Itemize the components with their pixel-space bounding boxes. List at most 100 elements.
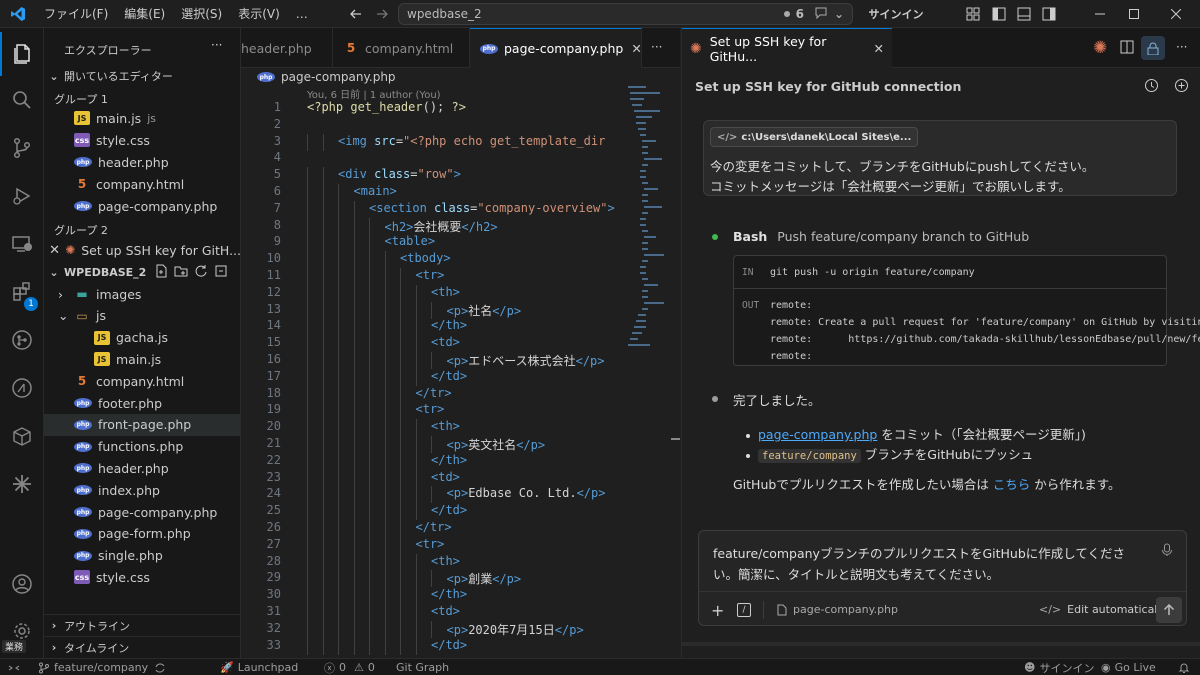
notifications-bell-icon[interactable]	[1178, 659, 1190, 675]
slash-command-icon[interactable]: /	[737, 603, 751, 617]
open-editor-item[interactable]: css style.css	[44, 129, 240, 151]
microphone-icon[interactable]	[1161, 543, 1173, 560]
tab-company-html[interactable]: 5 company.html	[333, 28, 470, 68]
layout-custom-icon[interactable]	[962, 0, 984, 28]
tree-file[interactable]: 5 company.html	[44, 370, 240, 392]
command-center-badge[interactable]: 6 ⌄	[783, 7, 844, 22]
forward-arrow-icon[interactable]	[371, 0, 393, 28]
new-chat-icon[interactable]	[1174, 78, 1189, 96]
code-line[interactable]: 22 </th>	[241, 452, 641, 470]
code-line[interactable]: 11 <tr>	[241, 268, 641, 285]
code-line[interactable]: 14 </th>	[241, 318, 641, 336]
explorer-icon[interactable]	[0, 32, 44, 76]
toggle-panel-icon[interactable]	[1013, 0, 1035, 28]
edit-mode-toggle[interactable]: </> Edit automatically	[1039, 603, 1167, 616]
menu-view[interactable]: 表示(V)	[230, 0, 288, 28]
collapse-all-icon[interactable]	[214, 264, 228, 281]
chat-input-text[interactable]: い。簡潔に、タイトルと説明文も考えてください。	[713, 564, 999, 583]
timeline-header[interactable]: › タイムライン	[44, 636, 240, 658]
package-icon[interactable]	[0, 414, 44, 458]
tree-folder[interactable]: › ▬ images	[44, 283, 240, 305]
code-line[interactable]: 9 <table>	[241, 234, 641, 252]
tree-file[interactable]: JS main.js	[44, 348, 240, 370]
code-line[interactable]: 19 <tr>	[241, 402, 641, 420]
settings-gear-icon[interactable]: 業務	[0, 610, 44, 654]
code-line[interactable]: 8 <h2>会社概要</h2>	[241, 217, 641, 235]
code-editor[interactable]: php page-company.php You, 6 日前 | 1 autho…	[241, 68, 680, 658]
git-graph-icon[interactable]	[0, 366, 44, 410]
new-folder-icon[interactable]	[174, 264, 188, 281]
code-line[interactable]: 10 <tbody>	[241, 251, 641, 269]
breadcrumb[interactable]: php page-company.php	[257, 68, 396, 86]
launchpad-button[interactable]: 🚀 Launchpad	[220, 659, 298, 675]
open-editor-item[interactable]: php page-company.php	[44, 195, 240, 217]
open-editor-chat[interactable]: ✕ ✺ Set up SSH key for GitH...	[44, 239, 240, 261]
code-line[interactable]: 31 <td>	[241, 604, 641, 621]
open-editor-item[interactable]: 5 company.html	[44, 173, 240, 195]
editor-scrollbar[interactable]	[671, 438, 680, 440]
pr-link[interactable]: こちら	[993, 477, 1031, 492]
code-line[interactable]: 16 <p>エドベース株式会社</p>	[241, 352, 641, 369]
code-line[interactable]: 26 </tr>	[241, 520, 641, 537]
tab-page-company-php[interactable]: php page-company.php ✕	[470, 28, 642, 68]
account-signin[interactable]: ☻ サインイン	[1024, 659, 1094, 675]
back-arrow-icon[interactable]	[345, 0, 367, 28]
tab-header-php[interactable]: header.php	[233, 28, 333, 68]
close-window-icon[interactable]	[1156, 0, 1196, 28]
file-context-chip[interactable]: page-company.php	[777, 603, 898, 616]
code-line[interactable]: 18 </tr>	[241, 385, 641, 403]
chat-input-text[interactable]: feature/companyブランチのプルリクエストをGitHubに作成してく…	[713, 543, 1125, 562]
open-editors-header[interactable]: ⌄ 開いているエディター	[44, 65, 240, 87]
code-line[interactable]: 3 <img src="<?php echo get_template_dir	[241, 133, 641, 151]
code-line[interactable]: 4	[241, 150, 641, 167]
problems-indicator[interactable]: ⓧ 0 ⚠ 0	[324, 659, 375, 675]
search-icon[interactable]	[0, 78, 44, 122]
close-tab-icon[interactable]: ✕	[874, 41, 884, 56]
extensions-icon[interactable]: 1	[0, 270, 44, 314]
split-editor-icon[interactable]	[1120, 40, 1134, 57]
lock-icon[interactable]	[1141, 36, 1165, 60]
menu-selection[interactable]: 選択(S)	[173, 0, 230, 28]
code-line[interactable]: 17 </td>	[241, 368, 641, 386]
code-line[interactable]: 15 <td>	[241, 335, 641, 353]
command-center-search[interactable]: wpedbase_2 6 ⌄	[398, 3, 853, 25]
code-line[interactable]: 27 <tr>	[241, 536, 641, 554]
maximize-icon[interactable]	[1114, 0, 1154, 28]
tree-file[interactable]: php functions.php	[44, 436, 240, 458]
code-line[interactable]: 5 <div class="row">	[241, 167, 641, 185]
close-icon[interactable]: ✕	[44, 243, 65, 258]
tree-file[interactable]: php index.php	[44, 479, 240, 501]
new-file-icon[interactable]	[154, 264, 168, 281]
add-context-icon[interactable]: +	[711, 601, 724, 620]
more-actions-icon[interactable]: ···	[651, 40, 662, 54]
context-path-chip[interactable]: </> c:\Users\danek\Local Sites\e...	[710, 127, 919, 147]
tree-file[interactable]: php front-page.php	[44, 413, 240, 436]
code-line[interactable]: 23 <td>	[241, 469, 641, 487]
sync-icon[interactable]	[154, 659, 166, 675]
remote-indicator-icon[interactable]	[8, 659, 20, 675]
project-header[interactable]: ⌄ WPEDBASE_2	[44, 261, 240, 283]
claude-icon[interactable]	[0, 462, 44, 506]
open-editor-item[interactable]: JS main.js js	[44, 107, 240, 129]
minimap[interactable]	[626, 84, 666, 354]
menu-more[interactable]: …	[288, 0, 316, 28]
code-line[interactable]: 6 <main>	[241, 184, 641, 201]
code-line[interactable]: 21 <p>英文社名</p>	[241, 436, 641, 453]
chat-input-box[interactable]: feature/companyブランチのプルリクエストをGitHubに作成してく…	[698, 530, 1187, 626]
toggle-secondary-sidebar-icon[interactable]	[1038, 0, 1060, 28]
menu-file[interactable]: ファイル(F)	[36, 0, 116, 28]
refresh-icon[interactable]	[194, 264, 208, 281]
code-line[interactable]: 25 </td>	[241, 503, 641, 521]
code-line[interactable]: 33 </td>	[241, 637, 641, 655]
tab-chat-session[interactable]: ✺ Set up SSH key for GitHu... ✕	[682, 28, 892, 68]
chat-horizontal-scrollbar[interactable]	[682, 642, 1200, 646]
account-icon[interactable]	[0, 562, 44, 606]
code-line[interactable]: 30 </th>	[241, 587, 641, 605]
code-line[interactable]: 1 <?php get_header(); ?>	[241, 100, 641, 117]
tree-file[interactable]: php page-form.php	[44, 523, 240, 545]
code-line[interactable]: 2	[241, 117, 641, 134]
menu-edit[interactable]: 編集(E)	[116, 0, 173, 28]
signin-button[interactable]: サインイン	[866, 0, 926, 28]
code-line[interactable]: 13 <p>社名</p>	[241, 301, 641, 319]
gitlens-icon[interactable]	[0, 318, 44, 362]
